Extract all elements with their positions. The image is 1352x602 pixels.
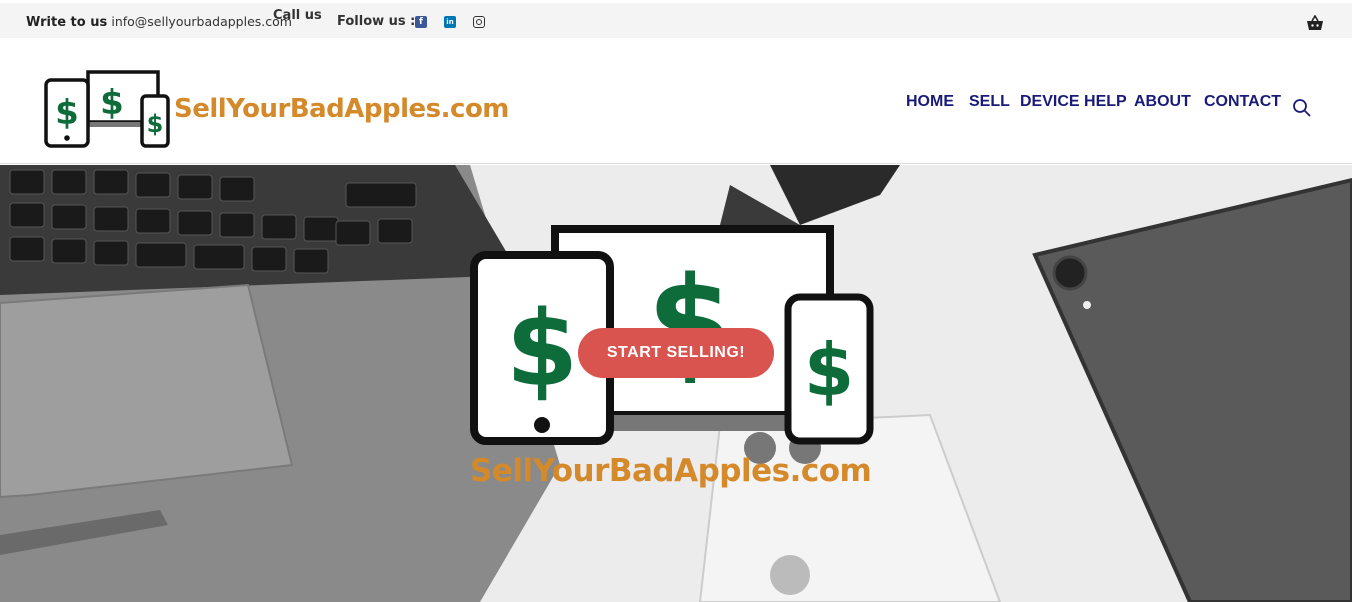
hero-banner: $ $ $ SellYourBadApples.com START SELLIN… (0, 165, 1352, 602)
nav-home[interactable]: HOME (906, 93, 954, 111)
nav-device-help[interactable]: DEVICE HELP (1020, 93, 1127, 111)
email-link[interactable]: info@sellyourbadapples.com (111, 14, 292, 29)
hero-brand-name: SellYourBadApples.com (470, 453, 872, 489)
call-label[interactable]: Call us (273, 8, 322, 23)
search-icon[interactable] (1292, 98, 1312, 122)
top-bar: Write to us info@sellyourbadapples.com C… (0, 0, 1352, 38)
logo-icon[interactable]: $ $ $ (44, 70, 184, 150)
svg-text:$: $ (506, 288, 578, 410)
svg-text:$: $ (147, 110, 164, 138)
instagram-icon[interactable] (473, 16, 485, 28)
svg-text:$: $ (804, 328, 854, 412)
contact-email: Write to us info@sellyourbadapples.com (26, 14, 292, 30)
svg-text:$: $ (55, 93, 79, 133)
nav-about[interactable]: ABOUT (1134, 93, 1191, 111)
nav-sell[interactable]: SELL (969, 93, 1010, 111)
write-label: Write to us (26, 15, 108, 30)
basket-icon[interactable] (1306, 14, 1324, 35)
svg-text:$: $ (100, 83, 124, 123)
linkedin-icon[interactable]: in (444, 16, 456, 28)
nav-contact[interactable]: CONTACT (1204, 93, 1281, 111)
site-header: $ $ $ SellYourBadApples.com HOME SELL DE… (0, 38, 1352, 164)
follow-label: Follow us : (337, 14, 416, 29)
brand-name[interactable]: SellYourBadApples.com (174, 94, 509, 124)
facebook-icon[interactable]: f (415, 16, 427, 28)
start-selling-button[interactable]: START SELLING! (578, 328, 774, 378)
